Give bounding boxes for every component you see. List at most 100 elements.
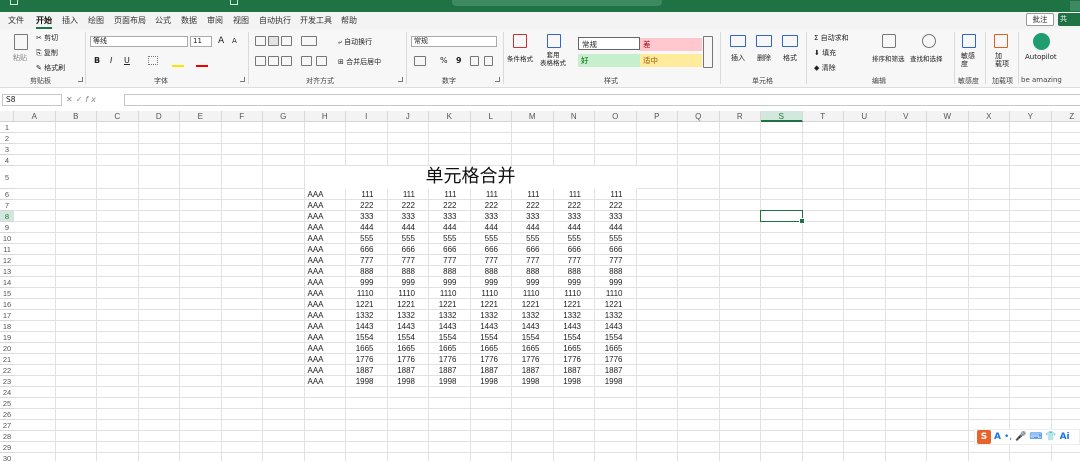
value-cell[interactable]: 1332 [429, 311, 457, 321]
spreadsheet-grid[interactable]: ABCDEFGHIJKLMNOPQRSTUVWXYZ 1 2 3 4 5 6 7 8 9 10 11… [0, 111, 1080, 461]
sort-filter-label[interactable]: 排序和筛选 [872, 53, 905, 63]
row-header-11[interactable]: 11 [0, 244, 14, 255]
align-top-icon[interactable] [255, 36, 266, 46]
value-cell[interactable]: 1110 [512, 289, 540, 299]
underline-button[interactable]: U [124, 56, 130, 65]
value-cell[interactable]: 1887 [471, 366, 498, 376]
value-cell[interactable]: 1665 [388, 344, 415, 354]
menu-draw[interactable]: 绘图 [88, 15, 104, 26]
row-header-23[interactable]: 23 [0, 376, 14, 387]
value-cell[interactable]: 555 [554, 234, 581, 244]
value-cell[interactable]: 111 [346, 190, 373, 200]
label-cell[interactable]: AAA [308, 322, 324, 332]
styles-more-icon[interactable] [703, 36, 713, 68]
column-header-e[interactable]: E [180, 111, 222, 122]
row-header-17[interactable]: 17 [0, 310, 14, 321]
value-cell[interactable]: 111 [388, 190, 415, 200]
column-header-n[interactable]: N [554, 111, 595, 122]
value-cell[interactable]: 444 [595, 223, 622, 233]
row-header-9[interactable]: 9 [0, 222, 14, 233]
value-cell[interactable]: 333 [512, 212, 539, 222]
value-cell[interactable]: 444 [429, 223, 456, 233]
select-all-corner[interactable] [0, 111, 14, 122]
ime-mode[interactable]: A [994, 432, 1001, 442]
row-header-21[interactable]: 21 [0, 354, 14, 365]
border-icon[interactable] [148, 56, 158, 65]
column-header-c[interactable]: C [97, 111, 139, 122]
value-cell[interactable]: 1554 [512, 333, 540, 343]
value-cell[interactable]: 1887 [512, 366, 540, 376]
fill-color-icon[interactable] [172, 65, 184, 67]
font-launcher-icon[interactable] [240, 77, 245, 82]
value-cell[interactable]: 1554 [554, 333, 581, 343]
value-cell[interactable]: 1443 [429, 322, 457, 332]
label-cell[interactable]: AAA [308, 190, 324, 200]
value-cell[interactable]: 999 [471, 278, 498, 288]
value-cell[interactable]: 1554 [595, 333, 623, 343]
ime-skin-icon[interactable]: 👕 [1045, 432, 1056, 442]
value-cell[interactable]: 888 [554, 267, 581, 277]
value-cell[interactable]: 1776 [554, 355, 581, 365]
value-cell[interactable]: 222 [429, 201, 456, 211]
label-cell[interactable]: AAA [308, 366, 324, 376]
font-name-select[interactable]: 等线 [90, 36, 188, 47]
value-cell[interactable]: 666 [429, 245, 456, 255]
merge-center-button[interactable]: ⊞ 合并后居中 [338, 57, 381, 67]
sort-filter-icon[interactable] [882, 34, 896, 48]
value-cell[interactable]: 1665 [429, 344, 457, 354]
active-cell-selection[interactable] [760, 210, 804, 224]
value-cell[interactable]: 1776 [512, 355, 540, 365]
conditional-format-icon[interactable] [513, 34, 527, 48]
column-header-w[interactable]: W [927, 111, 969, 122]
value-cell[interactable]: 1776 [595, 355, 623, 365]
column-header-v[interactable]: V [886, 111, 927, 122]
value-cell[interactable]: 1887 [429, 366, 457, 376]
label-cell[interactable]: AAA [308, 344, 324, 354]
value-cell[interactable]: 333 [388, 212, 415, 222]
value-cell[interactable]: 555 [429, 234, 456, 244]
value-cell[interactable]: 666 [471, 245, 498, 255]
enter-icon[interactable]: ✓ [76, 95, 86, 104]
value-cell[interactable]: 999 [429, 278, 456, 288]
value-cell[interactable]: 1110 [429, 289, 457, 299]
find-select-label[interactable]: 查找和选择 [910, 53, 943, 63]
value-cell[interactable]: 1776 [346, 355, 374, 365]
value-cell[interactable]: 666 [595, 245, 622, 255]
row-header-7[interactable]: 7 [0, 200, 14, 211]
row-header-24[interactable]: 24 [0, 387, 14, 398]
value-cell[interactable]: 1887 [554, 366, 581, 376]
addins-button[interactable]: 加 载项 [995, 52, 1009, 68]
autopilot-icon[interactable] [1033, 33, 1050, 50]
bold-button[interactable]: B [94, 56, 100, 65]
autosum-button[interactable]: Σ 自动求和 [814, 33, 849, 43]
row-header-13[interactable]: 13 [0, 266, 14, 277]
label-cell[interactable]: AAA [308, 212, 324, 222]
value-cell[interactable]: 1998 [554, 377, 581, 387]
table-format-label[interactable]: 套用 表格格式 [540, 51, 566, 67]
value-cell[interactable]: 222 [554, 201, 581, 211]
column-header-j[interactable]: J [388, 111, 429, 122]
label-cell[interactable]: AAA [308, 278, 324, 288]
value-cell[interactable]: 444 [471, 223, 498, 233]
value-cell[interactable]: 1665 [595, 344, 623, 354]
label-cell[interactable]: AAA [308, 234, 324, 244]
align-center-icon[interactable] [268, 56, 279, 66]
value-cell[interactable]: 999 [346, 278, 373, 288]
value-cell[interactable]: 1221 [554, 300, 581, 310]
value-cell[interactable]: 888 [429, 267, 456, 277]
label-cell[interactable]: AAA [308, 311, 324, 321]
value-cell[interactable]: 1998 [346, 377, 374, 387]
row-header-6[interactable]: 6 [0, 189, 14, 200]
value-cell[interactable]: 888 [595, 267, 622, 277]
value-cell[interactable]: 222 [471, 201, 498, 211]
value-cell[interactable]: 111 [471, 190, 498, 200]
label-cell[interactable]: AAA [308, 256, 324, 266]
value-cell[interactable]: 555 [346, 234, 373, 244]
menu-developer[interactable]: 开发工具 [300, 15, 332, 26]
value-cell[interactable]: 999 [512, 278, 539, 288]
value-cell[interactable]: 444 [554, 223, 581, 233]
font-color-icon[interactable] [196, 65, 208, 67]
value-cell[interactable]: 1221 [471, 300, 498, 310]
value-cell[interactable]: 555 [595, 234, 622, 244]
menu-insert[interactable]: 插入 [62, 15, 78, 26]
